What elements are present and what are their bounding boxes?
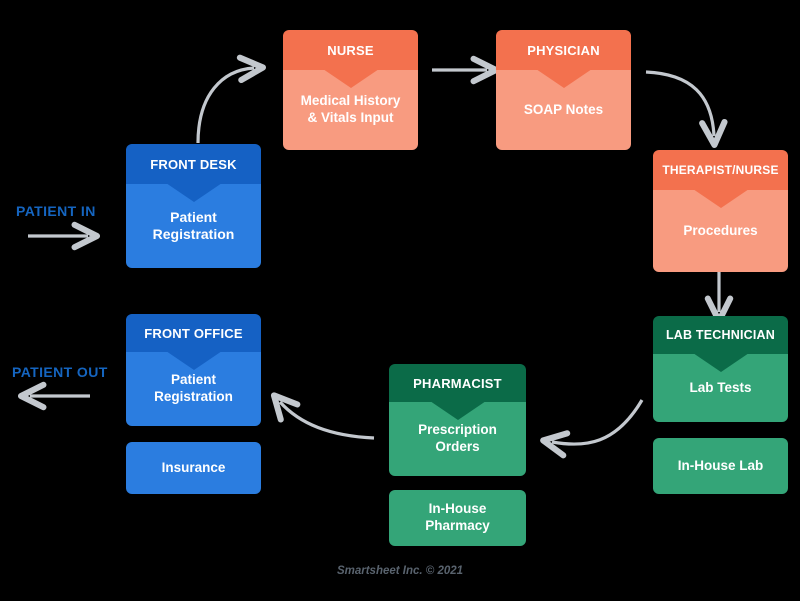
notch-shape	[165, 183, 222, 202]
node-therapist-nurse-header: THERAPIST/NURSE	[653, 150, 788, 208]
node-front-office-header: FRONT OFFICE	[126, 314, 261, 370]
node-nurse[interactable]: NURSE Medical History & Vitals Input	[283, 30, 418, 150]
notch-shape	[322, 69, 379, 88]
node-physician[interactable]: PHYSICIAN SOAP Notes	[496, 30, 631, 150]
node-front-desk[interactable]: FRONT DESK Patient Registration	[126, 144, 261, 268]
arrow-frontdesk-to-nurse	[196, 54, 266, 144]
node-front-office[interactable]: FRONT OFFICE Patient Registration	[126, 314, 261, 426]
node-pharmacist-header: PHARMACIST	[389, 364, 526, 420]
notch-shape	[165, 351, 222, 370]
label-patient-in: PATIENT IN	[16, 203, 96, 219]
node-lab-technician[interactable]: LAB TECHNICIAN Lab Tests	[653, 316, 788, 422]
node-pharmacist[interactable]: PHARMACIST Prescription Orders	[389, 364, 526, 476]
node-in-house-lab[interactable]: In-House Lab	[653, 438, 788, 494]
node-in-house-pharmacy[interactable]: In-House Pharmacy	[389, 490, 526, 546]
node-insurance[interactable]: Insurance	[126, 442, 261, 494]
arrow-lab-to-pharmacist	[540, 399, 644, 459]
notch-shape	[535, 69, 592, 88]
notch-shape	[692, 353, 749, 372]
arrow-pharmacist-to-frontoffice	[270, 392, 375, 440]
diagram-canvas: PATIENT IN PATIENT OUT FRONT DESK Patien…	[0, 0, 800, 601]
footer-credit: Smartsheet Inc. © 2021	[336, 565, 464, 577]
node-physician-header: PHYSICIAN	[496, 30, 631, 88]
notch-shape	[692, 189, 749, 208]
node-front-desk-header: FRONT DESK	[126, 144, 261, 202]
node-lab-technician-header: LAB TECHNICIAN	[653, 316, 788, 372]
notch-shape	[429, 401, 486, 420]
node-therapist-nurse[interactable]: THERAPIST/NURSE Procedures	[653, 150, 788, 272]
arrow-physician-to-therapist	[645, 70, 728, 148]
label-patient-out: PATIENT OUT	[12, 364, 108, 380]
node-nurse-header: NURSE	[283, 30, 418, 88]
